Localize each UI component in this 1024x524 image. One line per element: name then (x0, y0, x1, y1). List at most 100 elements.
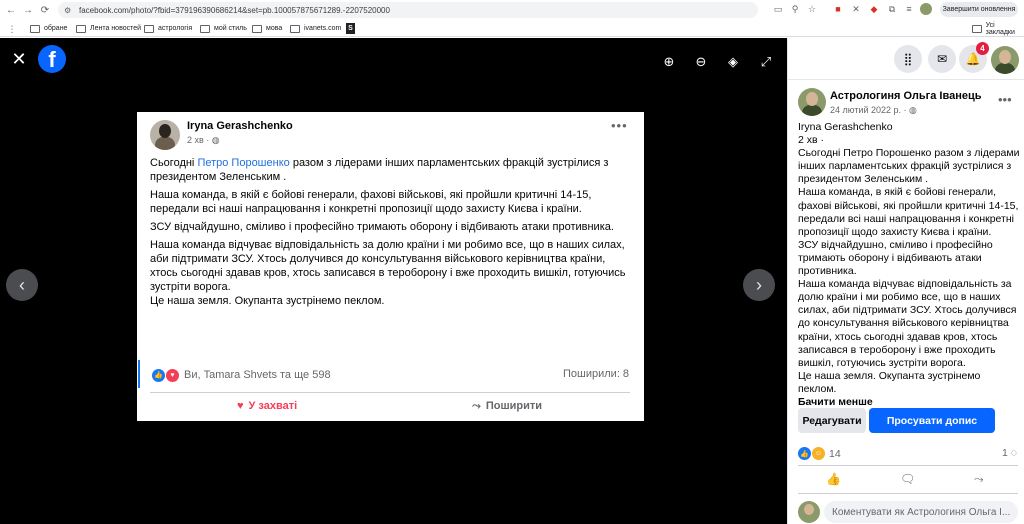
commenter-avatar (798, 501, 820, 523)
bookmark-item[interactable]: мой стиль (200, 23, 247, 34)
chevron-left-icon: ‹ (19, 274, 25, 295)
star-icon[interactable]: ☆ (806, 3, 818, 15)
notifications-badge: 4 (976, 42, 989, 55)
more-options-icon[interactable]: ••• (998, 92, 1012, 107)
photo-screenshot-card: Iryna Gerashchenko 2 хв · ◍ ••• Сьогодні… (137, 112, 644, 421)
bookmark-item[interactable]: астрологія (144, 23, 192, 34)
bookmark-item[interactable]: мова (252, 23, 282, 34)
shares-count: Поширили: 8 (563, 368, 630, 380)
reactions-count[interactable]: 👍 ☺ 14 (798, 447, 841, 460)
more-options-icon: ••• (611, 118, 628, 133)
folder-icon (290, 24, 300, 33)
top-actions: ⣿ ✉ 🔔 4 (788, 38, 1024, 80)
forward-icon[interactable]: → (21, 3, 35, 17)
love-reaction-icon: ♥ (166, 368, 179, 382)
zoom-icon[interactable]: ⚲ (789, 3, 801, 15)
care-reaction-icon: ☺ (812, 447, 825, 460)
profile-avatar[interactable] (920, 3, 932, 15)
tag-icon[interactable]: ◈ (725, 54, 741, 70)
comment-input[interactable]: Коментувати як Астрологиня Ольга І... (824, 501, 1018, 523)
paragraph: Наша команда відчуває відповідальність з… (150, 239, 626, 293)
menu-grid-icon[interactable]: ⣿ (894, 45, 922, 73)
extensions-puzzle-icon[interactable]: ⧉ (886, 3, 898, 15)
folder-icon (30, 24, 40, 33)
extension-red-icon[interactable]: ■ (832, 3, 844, 15)
text-line: 2 хв · (798, 134, 824, 147)
text-line: Iryna Gerashchenko (798, 121, 893, 133)
bookmark-item[interactable]: Лента новостей (76, 23, 141, 34)
page-avatar[interactable] (798, 88, 826, 116)
text-line: ЗСУ відчайдушно, сміливо і професійно тр… (798, 238, 993, 278)
bookmarks-bar: ⋮ обране Лента новостей астрологія мой с… (0, 20, 1024, 37)
mention-link: Петро Порошенко (197, 157, 290, 169)
zoom-out-icon[interactable]: ⊖ (693, 54, 709, 70)
bookmark-item[interactable]: обране (30, 23, 67, 34)
bookmark-s-icon[interactable]: S (346, 23, 355, 34)
apps-grid-icon[interactable]: ⋮ (6, 23, 18, 35)
paragraph: ЗСУ відчайдушно, сміливо і професійно тр… (150, 221, 614, 233)
author-name: Iryna Gerashchenko (187, 120, 293, 132)
all-bookmarks[interactable]: Усі закладки (972, 22, 1024, 36)
folder-icon (76, 24, 86, 33)
paragraph: Сьогодні Петро Порошенко разом з лідерам… (150, 157, 609, 183)
folder-icon (972, 24, 982, 33)
share-icon: ⤳ (472, 399, 481, 412)
folder-icon (200, 24, 210, 33)
text-line: Це наша земля. Окупанта зустрінемо пекло… (798, 369, 981, 395)
browser-toolbar: ← → ⟳ ⚙ facebook.com/photo/?fbid=3791963… (0, 0, 1024, 20)
update-button[interactable]: Завершити оновлення (940, 2, 1018, 17)
reactions-summary: 👍 ♥ Ви, Tamara Shvets та ще 598 (152, 367, 632, 383)
previous-photo-button[interactable]: ‹ (6, 269, 38, 301)
globe-icon: ◍ (909, 105, 917, 115)
share-action: ⤳ Поширити (472, 399, 542, 413)
photo-viewer: ✕ f ⊕ ⊖ ◈ ⤢ ‹ › Iryna Gerashchenko 2 хв … (0, 38, 787, 524)
divider (798, 493, 1018, 494)
comments-count[interactable]: 1 ◌ (1002, 447, 1017, 459)
comment-button[interactable]: 🗨 (900, 472, 915, 486)
bookmark-item[interactable]: ivanets.com (290, 23, 341, 34)
menu-lines-icon[interactable]: ≡ (903, 3, 915, 15)
address-bar[interactable]: ⚙ facebook.com/photo/?fbid=3791963906862… (58, 2, 758, 18)
url-text: facebook.com/photo/?fbid=379196390686214… (79, 5, 390, 15)
like-reaction-icon: 👍 (152, 368, 165, 382)
facebook-logo-icon[interactable]: f (38, 45, 66, 73)
post-side-panel: ⣿ ✉ 🔔 4 Астрологиня Ольга Іванець 24 лют… (787, 38, 1024, 524)
text-line: Сьогодні Петро Порошенко разом з лідерам… (798, 147, 1020, 186)
post-text: Iryna Gerashchenko 2 хв · Сьогодні Петро… (798, 121, 1020, 409)
post-date[interactable]: 24 лютий 2022 р. · ◍ (830, 105, 917, 116)
text-line: Наша команда відчуває відповідальність з… (798, 278, 1017, 369)
comment-icon: ◌ (1010, 447, 1018, 459)
author-avatar (150, 120, 180, 150)
folder-icon (252, 24, 262, 33)
close-icon[interactable]: ✕ (10, 50, 28, 68)
cast-icon[interactable]: ▭ (772, 3, 784, 15)
share-icon: ⤳ (974, 472, 984, 486)
love-action: ♥ У захваті (237, 400, 298, 412)
back-icon[interactable]: ← (4, 3, 18, 17)
site-info-icon[interactable]: ⚙ (64, 6, 73, 15)
extension-icon[interactable]: ✕ (850, 3, 862, 15)
reload-icon[interactable]: ⟳ (38, 3, 52, 17)
thumbs-up-icon: 👍 (826, 472, 841, 486)
fullscreen-icon[interactable]: ⤢ (758, 54, 774, 70)
share-button[interactable]: ⤳ (974, 472, 984, 487)
account-avatar[interactable] (991, 46, 1019, 74)
paragraph: Наша команда, в якій є бойові генерали, … (150, 189, 592, 215)
extension-icon-2[interactable]: ◆ (868, 3, 880, 15)
page-name[interactable]: Астрологиня Ольга Іванець (830, 90, 982, 102)
messenger-icon[interactable]: ✉ (928, 45, 956, 73)
boost-post-button[interactable]: Просувати допис (869, 408, 995, 433)
comment-bubble-icon: 🗨 (900, 472, 916, 486)
chevron-right-icon: › (756, 274, 762, 295)
divider (150, 392, 630, 393)
heart-icon: ♥ (237, 400, 244, 412)
edit-button[interactable]: Редагувати (798, 408, 866, 433)
focus-bar (138, 360, 140, 388)
folder-icon (144, 24, 154, 33)
zoom-in-icon[interactable]: ⊕ (661, 54, 677, 70)
paragraph: Це наша земля. Окупанта зустрінемо пекло… (150, 295, 385, 307)
text-line: Наша команда, в якій є бойові генерали, … (798, 186, 1019, 238)
like-reaction-icon: 👍 (798, 447, 811, 460)
next-photo-button[interactable]: › (743, 269, 775, 301)
like-button[interactable]: 👍 (826, 472, 841, 486)
